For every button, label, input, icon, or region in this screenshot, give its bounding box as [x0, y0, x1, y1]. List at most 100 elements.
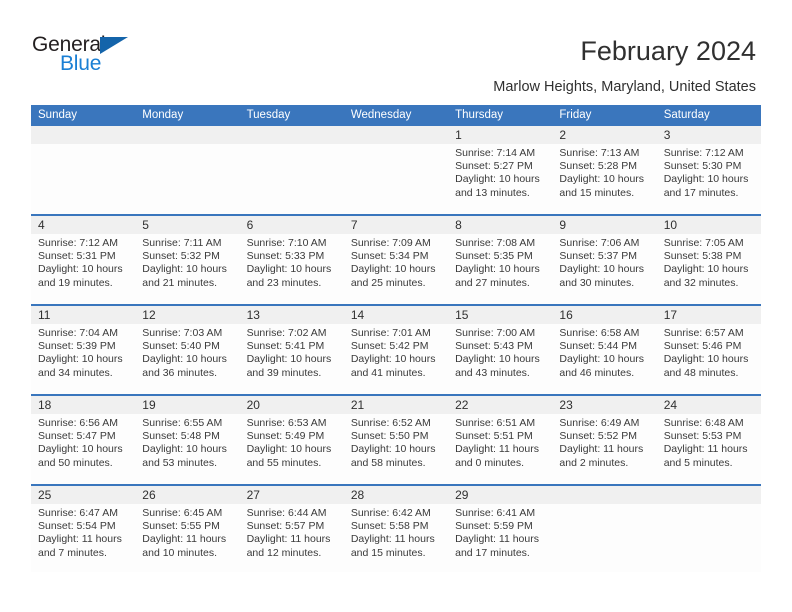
brand-logo[interactable]: General Blue — [32, 33, 212, 85]
sunrise-text: Sunrise: 6:48 AM — [663, 417, 744, 429]
daylight-text: Daylight: 10 hours — [142, 263, 227, 276]
day-cell[interactable]: Sunrise: 7:13 AM Sunset: 5:28 PM Daylight:… — [552, 144, 656, 214]
sunrise-text: Sunrise: 7:14 AM — [455, 147, 536, 159]
day-cell[interactable]: Sunrise: 6:51 AM Sunset: 5:51 PM Daylight:… — [448, 414, 552, 484]
day-cell[interactable]: Sunrise: 6:45 AM Sunset: 5:55 PM Daylight:… — [135, 504, 239, 572]
day-cell[interactable]: Sunrise: 6:53 AM Sunset: 5:49 PM Daylight:… — [240, 414, 344, 484]
daylight-text: Daylight: 11 hours — [455, 533, 539, 546]
day-cell[interactable]: Sunrise: 6:58 AM Sunset: 5:44 PM Daylight:… — [552, 324, 656, 394]
day-number[interactable]: 29 — [448, 486, 552, 504]
day-number[interactable]: 20 — [240, 396, 344, 414]
sunset-text: Sunset: 5:59 PM — [455, 520, 533, 533]
day-number[interactable]: 14 — [344, 306, 448, 324]
day-number[interactable]: 28 — [344, 486, 448, 504]
sunrise-text: Sunrise: 7:12 AM — [38, 237, 118, 249]
day-detail-row: Sunrise: 7:04 AM Sunset: 5:39 PM Daylight:… — [31, 324, 761, 394]
day-number[interactable]: 10 — [657, 216, 761, 234]
daylight-text-cont: and 23 minutes. — [246, 276, 322, 289]
calendar-weeks: 1 2 3 Sunrise: 7:14 AM Sunset: 5:27 PM Daylig… — [31, 126, 761, 572]
day-number[interactable]: 23 — [552, 396, 656, 414]
daylight-text-cont: and 30 minutes. — [559, 276, 635, 289]
daylight-text-cont: and 46 minutes. — [559, 366, 635, 379]
day-cell[interactable]: Sunrise: 6:52 AM Sunset: 5:50 PM Daylight:… — [344, 414, 448, 484]
day-cell[interactable]: Sunrise: 7:06 AM Sunset: 5:37 PM Daylight:… — [552, 234, 656, 304]
sunrise-text: Sunrise: 7:10 AM — [246, 237, 327, 249]
day-number[interactable]: 13 — [240, 306, 344, 324]
day-cell[interactable]: Sunrise: 7:04 AM Sunset: 5:39 PM Daylight:… — [31, 324, 135, 394]
day-number[interactable]: 3 — [657, 126, 761, 144]
day-number[interactable]: 4 — [31, 216, 135, 234]
day-number[interactable]: 5 — [135, 216, 239, 234]
day-number[interactable]: 9 — [552, 216, 656, 234]
sunrise-text: Sunrise: 6:47 AM — [38, 507, 118, 519]
daylight-text: Daylight: 10 hours — [350, 353, 436, 366]
day-number[interactable]: 12 — [135, 306, 239, 324]
day-cell[interactable]: Sunrise: 7:12 AM Sunset: 5:30 PM Daylight:… — [657, 144, 761, 214]
sunset-text: Sunset: 5:46 PM — [663, 340, 742, 353]
day-number[interactable]: 16 — [552, 306, 656, 324]
day-detail-row: Sunrise: 6:56 AM Sunset: 5:47 PM Daylight:… — [31, 414, 761, 484]
sunrise-text: Sunrise: 7:09 AM — [350, 237, 431, 249]
day-number[interactable]: 26 — [135, 486, 239, 504]
day-number-row: 11 12 13 14 15 16 17 — [31, 306, 761, 324]
day-number[interactable]: 25 — [31, 486, 135, 504]
day-cell[interactable]: Sunrise: 7:08 AM Sunset: 5:35 PM Daylight:… — [448, 234, 552, 304]
day-number[interactable]: 8 — [448, 216, 552, 234]
day-cell[interactable]: Sunrise: 7:11 AM Sunset: 5:32 PM Daylight:… — [135, 234, 239, 304]
day-cell[interactable]: Sunrise: 6:57 AM Sunset: 5:46 PM Daylight:… — [657, 324, 761, 394]
day-number[interactable]: 1 — [448, 126, 552, 144]
day-cell[interactable]: Sunrise: 7:10 AM Sunset: 5:33 PM Daylight:… — [240, 234, 344, 304]
daylight-text: Daylight: 10 hours — [350, 263, 436, 276]
day-detail-row: Sunrise: 6:47 AM Sunset: 5:54 PM Daylight:… — [31, 504, 761, 572]
weekday-header-row: Sunday Monday Tuesday Wednesday Thursday… — [31, 105, 761, 126]
day-number[interactable]: 6 — [240, 216, 344, 234]
day-cell[interactable]: Sunrise: 6:55 AM Sunset: 5:48 PM Daylight:… — [135, 414, 239, 484]
day-cell[interactable]: Sunrise: 6:49 AM Sunset: 5:52 PM Daylight:… — [552, 414, 656, 484]
daylight-text-cont: and 15 minutes. — [559, 186, 635, 199]
daylight-text-cont: and 43 minutes. — [455, 366, 530, 379]
day-cell[interactable]: Sunrise: 7:03 AM Sunset: 5:40 PM Daylight:… — [135, 324, 239, 394]
calendar-page: General Blue February 2024 Marlow Height… — [0, 0, 792, 612]
day-cell[interactable]: Sunrise: 6:44 AM Sunset: 5:57 PM Daylight:… — [240, 504, 344, 572]
sunset-text: Sunset: 5:42 PM — [350, 340, 429, 353]
day-number[interactable]: 21 — [344, 396, 448, 414]
day-cell[interactable]: Sunrise: 6:42 AM Sunset: 5:58 PM Daylight:… — [344, 504, 448, 572]
day-number-row: 4 5 6 7 8 9 10 — [31, 216, 761, 234]
day-detail-row: Sunrise: 7:12 AM Sunset: 5:31 PM Daylight:… — [31, 234, 761, 304]
day-number[interactable]: 7 — [344, 216, 448, 234]
day-number-row: 25 26 27 28 29 — [31, 486, 761, 504]
day-cell[interactable]: Sunrise: 6:56 AM Sunset: 5:47 PM Daylight:… — [31, 414, 135, 484]
daylight-text: Daylight: 10 hours — [246, 353, 332, 366]
day-cell[interactable]: Sunrise: 6:41 AM Sunset: 5:59 PM Daylight:… — [448, 504, 552, 572]
day-cell[interactable]: Sunrise: 7:14 AM Sunset: 5:27 PM Daylight:… — [448, 144, 552, 214]
day-number[interactable]: 11 — [31, 306, 135, 324]
day-number[interactable]: 27 — [240, 486, 344, 504]
day-number[interactable]: 24 — [657, 396, 761, 414]
sunrise-text: Sunrise: 7:05 AM — [663, 237, 744, 249]
day-number[interactable]: 17 — [657, 306, 761, 324]
daylight-text-cont: and 41 minutes. — [350, 366, 426, 379]
weekday-header-friday: Friday — [559, 109, 592, 121]
day-cell[interactable]: Sunrise: 7:12 AM Sunset: 5:31 PM Daylight:… — [31, 234, 135, 304]
day-cell[interactable]: Sunrise: 7:00 AM Sunset: 5:43 PM Daylight:… — [448, 324, 552, 394]
day-cell[interactable]: Sunrise: 7:05 AM Sunset: 5:38 PM Daylight:… — [657, 234, 761, 304]
day-cell[interactable]: Sunrise: 6:47 AM Sunset: 5:54 PM Daylight:… — [31, 504, 135, 572]
day-number[interactable]: 18 — [31, 396, 135, 414]
day-number[interactable]: 22 — [448, 396, 552, 414]
day-cell[interactable]: Sunrise: 7:01 AM Sunset: 5:42 PM Daylight:… — [344, 324, 448, 394]
day-number[interactable]: 15 — [448, 306, 552, 324]
daylight-text-cont: and 21 minutes. — [142, 276, 217, 289]
sunset-text: Sunset: 5:58 PM — [350, 520, 429, 533]
weekday-header-wednesday: Wednesday — [350, 109, 412, 121]
daylight-text: Daylight: 11 hours — [142, 533, 227, 546]
sunset-text: Sunset: 5:57 PM — [246, 520, 325, 533]
sunrise-text: Sunrise: 6:53 AM — [246, 417, 327, 429]
day-cell[interactable]: Sunrise: 6:48 AM Sunset: 5:53 PM Daylight:… — [657, 414, 761, 484]
day-number[interactable]: 19 — [135, 396, 239, 414]
day-cell[interactable]: Sunrise: 7:09 AM Sunset: 5:34 PM Daylight:… — [344, 234, 448, 304]
day-cell[interactable]: Sunrise: 7:02 AM Sunset: 5:41 PM Daylight:… — [240, 324, 344, 394]
day-number[interactable]: 2 — [552, 126, 656, 144]
daylight-text: Daylight: 10 hours — [142, 353, 227, 366]
day-cell-empty — [552, 504, 656, 572]
daylight-text: Daylight: 10 hours — [38, 353, 123, 366]
